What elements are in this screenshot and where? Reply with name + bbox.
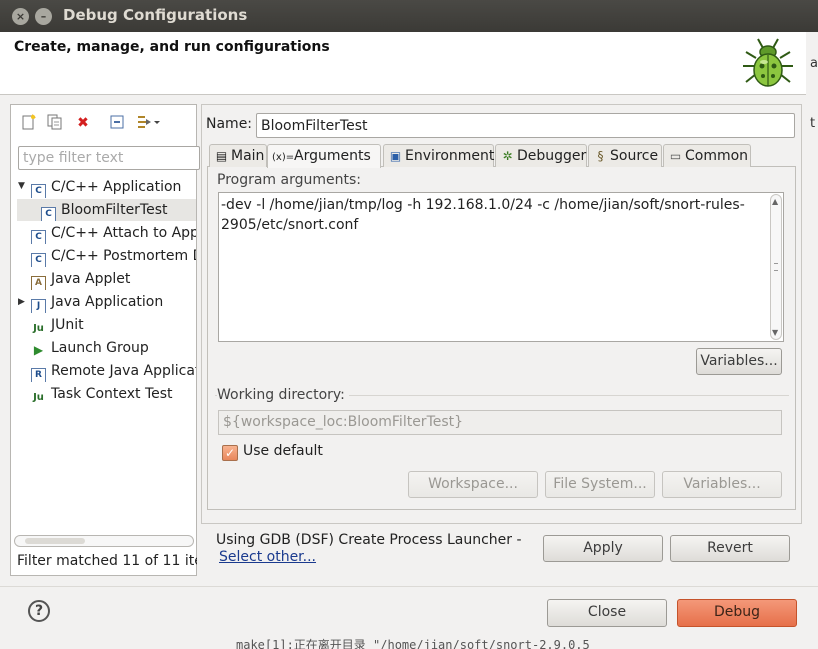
tree-item-launch-group[interactable]: ▶ Launch Group <box>31 337 196 359</box>
footer-separator <box>0 586 818 587</box>
environment-tab-icon: ▣ <box>389 149 402 163</box>
title-bar: × – Debug Configurations <box>0 0 818 32</box>
apply-button[interactable]: Apply <box>543 535 663 562</box>
tab-common[interactable]: ▭ Common <box>663 144 751 167</box>
workspace-button[interactable]: Workspace... <box>408 471 538 498</box>
window-minimize-button[interactable]: – <box>35 8 52 25</box>
common-tab-icon: ▭ <box>669 149 682 163</box>
program-arguments-input[interactable] <box>218 192 784 342</box>
tree-expander-expanded[interactable]: ▼ <box>18 181 25 191</box>
file-system-button[interactable]: File System... <box>545 471 655 498</box>
tree-item-label: Java Applet <box>51 271 131 287</box>
background-letter: a <box>810 56 818 71</box>
tree-horizontal-scrollbar[interactable] <box>14 535 194 547</box>
name-label: Name: <box>206 116 253 132</box>
working-directory-input[interactable]: ${workspace_loc:BloomFilterTest} <box>218 410 782 435</box>
tree-item-remote-java[interactable]: R Remote Java Application <box>31 360 196 382</box>
dialog-header: Create, manage, and run configurations <box>0 32 818 94</box>
program-arguments-label: Program arguments: <box>217 172 361 188</box>
tree-item-label: C/C++ Attach to Application <box>51 225 196 241</box>
tree-item-java-applet[interactable]: A Java Applet <box>31 268 196 290</box>
tab-label: Common <box>685 148 749 164</box>
cpp-app-icon: C <box>41 207 56 221</box>
launch-group-icon: ▶ <box>31 344 46 359</box>
tree-item-junit[interactable]: Ju JUnit <box>31 314 196 336</box>
tree-item-label: Launch Group <box>51 340 149 356</box>
source-tab-icon: § <box>597 149 604 163</box>
java-applet-icon: A <box>31 276 46 290</box>
tree-expander-collapsed[interactable]: ▶ <box>18 297 25 307</box>
tab-label: Debugger <box>517 148 587 164</box>
filter-status: Filter matched 11 of 11 items <box>17 553 197 569</box>
working-directory-label: Working directory: <box>217 387 349 403</box>
java-app-icon: J <box>31 299 46 313</box>
working-dir-variables-button[interactable]: Variables... <box>662 471 782 498</box>
tab-label: Environment <box>405 148 495 164</box>
program-arguments-scrollbar[interactable]: ▲ ▼ <box>770 194 782 340</box>
debugger-tab-icon: ✲ <box>502 149 513 163</box>
collapse-all-icon[interactable] <box>108 114 126 132</box>
filter-input[interactable] <box>18 146 200 170</box>
tab-debugger[interactable]: ✲ Debugger <box>495 144 587 167</box>
scrollbar-thumb[interactable] <box>25 538 85 544</box>
scrollbar-grip[interactable] <box>774 263 778 271</box>
dialog-header-title: Create, manage, and run configurations <box>14 39 330 55</box>
background-letter: t <box>810 116 816 131</box>
main-tab-icon: ▤ <box>215 149 228 163</box>
select-other-link[interactable]: Select other... <box>219 549 316 565</box>
remote-java-icon: R <box>31 368 46 382</box>
delete-icon[interactable]: ✖ <box>74 114 92 132</box>
tree-item-task-context-test[interactable]: Ju Task Context Test <box>31 383 196 405</box>
tab-source[interactable]: § Source <box>588 144 662 167</box>
scroll-up-icon[interactable]: ▲ <box>772 197 778 206</box>
tree-item-cpp-postmortem[interactable]: C C/C++ Postmortem Debugger <box>31 245 196 267</box>
debug-button[interactable]: Debug <box>677 599 797 627</box>
cpp-postmortem-icon: C <box>31 253 46 267</box>
scroll-down-icon[interactable]: ▼ <box>772 328 778 337</box>
duplicate-icon[interactable] <box>46 114 64 132</box>
close-button[interactable]: Close <box>547 599 667 627</box>
window-close-button[interactable]: × <box>12 8 29 25</box>
tab-label: Arguments <box>294 148 371 164</box>
tree-item-label: Remote Java Application <box>51 363 196 379</box>
cpp-attach-icon: C <box>31 230 46 244</box>
name-input[interactable] <box>256 113 795 138</box>
tree-item-label: BloomFilterTest <box>61 202 168 218</box>
help-icon[interactable]: ? <box>28 600 50 622</box>
tree-item-bloomfiltertest[interactable]: C BloomFilterTest <box>17 199 196 221</box>
cpp-app-icon: C <box>31 184 46 198</box>
use-default-label[interactable]: Use default <box>243 443 323 459</box>
tab-environment[interactable]: ▣ Environment <box>383 144 494 167</box>
tab-label: Main <box>231 148 265 164</box>
background-window-edge: a t a <box>806 32 818 649</box>
tree-item-label: C/C++ Application <box>51 179 182 195</box>
tab-arguments[interactable]: (x)=Arguments <box>267 144 381 168</box>
new-config-icon[interactable] <box>20 114 38 132</box>
task-context-icon: Ju <box>31 391 46 405</box>
header-separator <box>0 94 818 95</box>
tab-label: Source <box>610 148 659 164</box>
background-terminal-text: make[1]:正在离开目录 "/home/jian/soft/snort-2.… <box>236 638 590 649</box>
tree-item-label: JUnit <box>51 317 84 333</box>
launcher-description: Using GDB (DSF) Create Process Launcher … <box>216 532 522 548</box>
revert-button[interactable]: Revert <box>670 535 790 562</box>
tree-item-java-application[interactable]: J Java Application <box>31 291 196 313</box>
tree-item-cpp-attach[interactable]: C C/C++ Attach to Application <box>31 222 196 244</box>
tab-main[interactable]: ▤ Main <box>209 144 267 167</box>
tree-item-label: Task Context Test <box>51 386 173 402</box>
config-toolbar: ✖ <box>10 106 195 140</box>
arguments-tab-icon: (x)= <box>272 152 295 163</box>
tree-item-label: C/C++ Postmortem Debugger <box>51 248 196 264</box>
filter-icon[interactable] <box>135 114 163 132</box>
window-title: Debug Configurations <box>63 6 248 24</box>
use-default-checkbox[interactable]: ✓ <box>222 445 238 461</box>
tree-item-cpp-application[interactable]: C C/C++ Application <box>31 176 196 198</box>
program-variables-button[interactable]: Variables... <box>696 348 782 375</box>
junit-icon: Ju <box>31 322 46 336</box>
tree-item-label: Java Application <box>51 294 164 310</box>
bug-icon <box>743 38 793 87</box>
